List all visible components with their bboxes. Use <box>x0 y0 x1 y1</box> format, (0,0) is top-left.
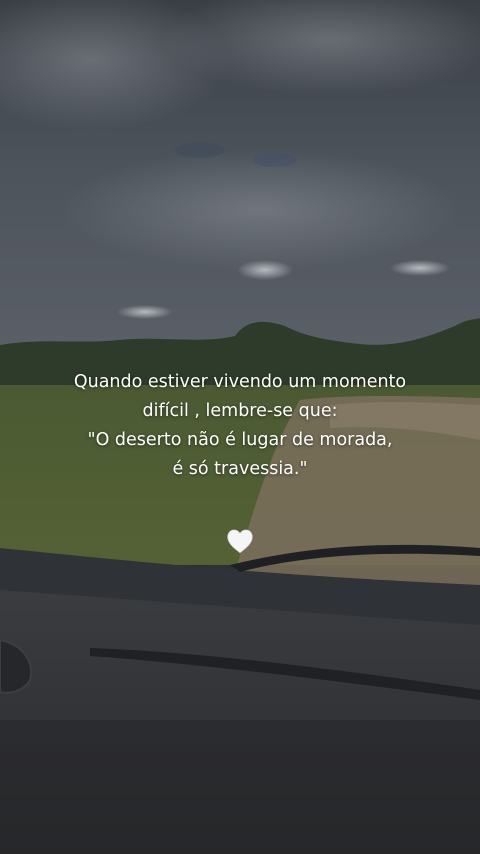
cloud <box>117 305 173 319</box>
quote-text: Quando estiver vivendo um momento difíci… <box>0 368 480 484</box>
quote-line: é só travessia." <box>172 459 308 479</box>
cloud <box>390 260 450 276</box>
dashboard-shadow <box>0 720 480 854</box>
cloud <box>175 142 225 158</box>
quote-line: difícil , lembre-se que: <box>142 401 338 421</box>
quote-line: Quando estiver vivendo um momento <box>73 372 407 392</box>
cloud <box>253 153 297 167</box>
quote-line: "O deserto não é lugar de morada, <box>87 430 393 450</box>
cloud <box>60 150 460 270</box>
white-heart-icon <box>227 529 253 554</box>
cloud <box>237 260 293 280</box>
